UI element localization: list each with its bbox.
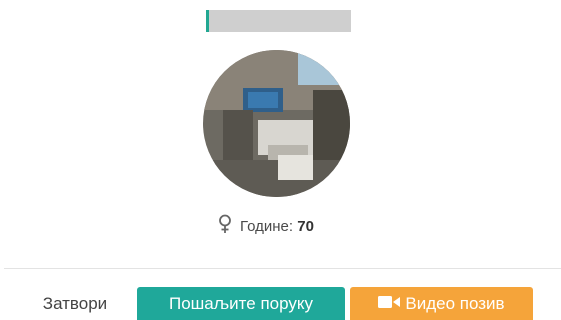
avatar-photo bbox=[203, 50, 350, 197]
close-button-label: Затвори bbox=[42, 293, 108, 313]
video-call-label: Видео позив bbox=[405, 293, 505, 313]
profile-info: Године: 70 bbox=[218, 214, 314, 238]
age-label: Године: bbox=[240, 217, 294, 235]
footer-divider bbox=[4, 268, 561, 269]
name-accent bbox=[206, 10, 209, 32]
age-text: Године: 70 bbox=[240, 218, 314, 235]
close-button[interactable]: Затвори bbox=[20, 287, 130, 320]
video-call-button[interactable]: Видео позив bbox=[350, 287, 533, 320]
avatar bbox=[203, 50, 350, 197]
age-value: 70 bbox=[297, 217, 314, 235]
female-symbol-icon bbox=[218, 214, 232, 238]
video-camera-icon bbox=[378, 294, 401, 314]
send-message-button[interactable]: Пошаљите поруку bbox=[137, 287, 345, 320]
send-message-label: Пошаљите поруку bbox=[169, 293, 313, 313]
profile-name-redacted bbox=[206, 10, 351, 32]
